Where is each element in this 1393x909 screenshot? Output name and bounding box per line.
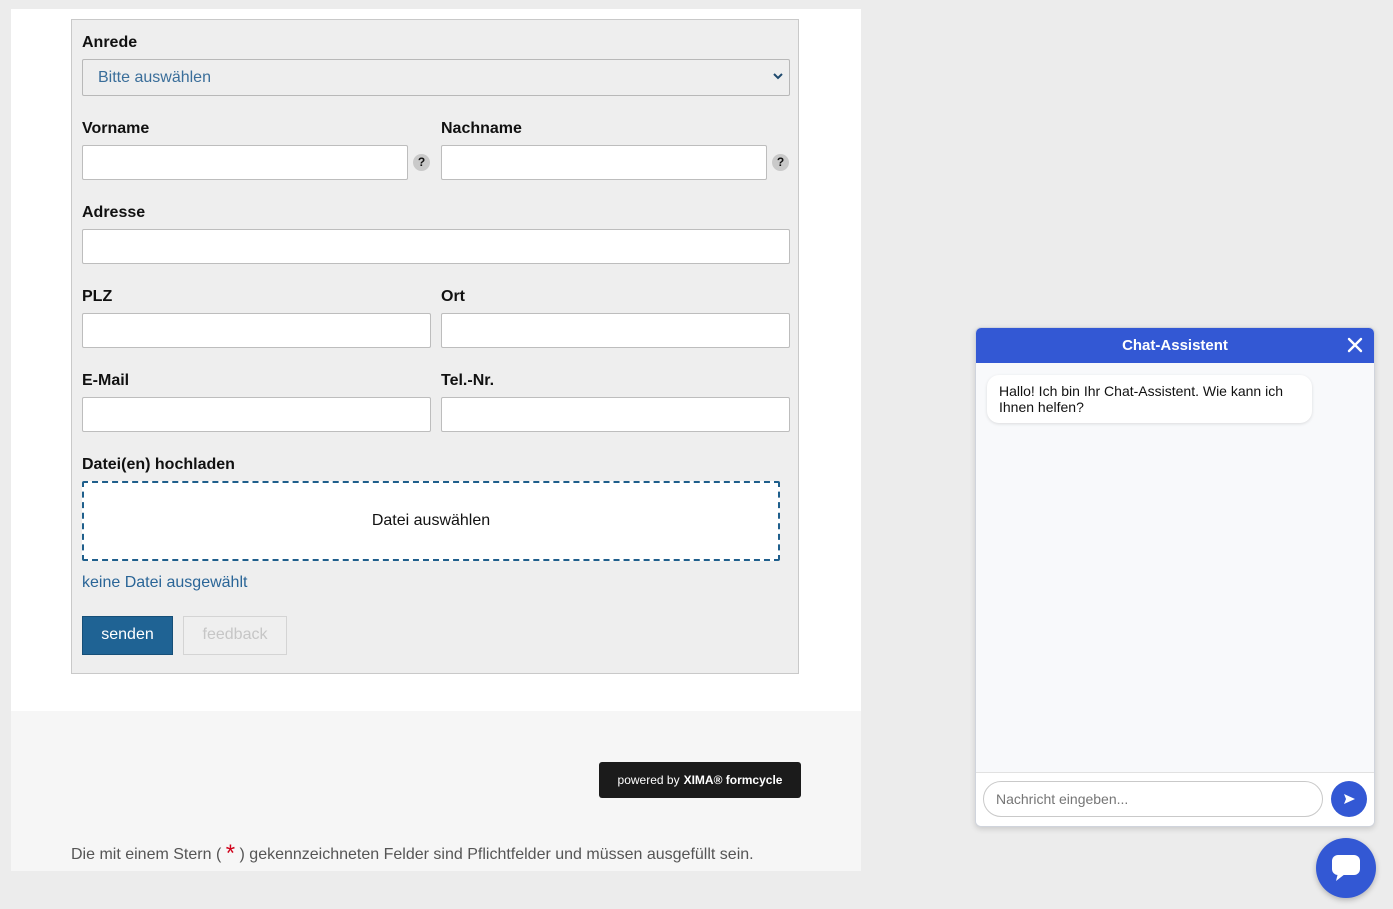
chat-send-button[interactable] bbox=[1331, 781, 1367, 817]
lastname-field[interactable] bbox=[441, 145, 767, 180]
form-footer: powered by XIMA® formcycle Die mit einem… bbox=[11, 711, 861, 871]
salutation-selected-value: Bitte auswählen bbox=[98, 69, 211, 86]
email-field[interactable] bbox=[82, 397, 431, 432]
chat-footer bbox=[976, 772, 1374, 826]
city-label: Ort bbox=[441, 288, 465, 305]
contact-form: Anrede Bitte auswählen Vorname ? Nachnam… bbox=[71, 19, 799, 674]
required-fields-note: Die mit einem Stern ( * ) gekennzeichnet… bbox=[71, 838, 754, 867]
email-input[interactable] bbox=[83, 398, 430, 431]
address-label: Adresse bbox=[82, 204, 146, 221]
phone-label: Tel.-Nr. bbox=[441, 372, 495, 389]
chat-input-field[interactable] bbox=[983, 781, 1323, 817]
required-note-after: ) gekennzeichneten Felder sind Pflichtfe… bbox=[239, 846, 754, 863]
required-note-before: Die mit einem Stern ( bbox=[71, 846, 222, 863]
firstname-label: Vorname bbox=[82, 120, 150, 137]
address-field[interactable] bbox=[82, 229, 790, 264]
upload-label: Datei(en) hochladen bbox=[82, 456, 235, 473]
upload-status: keine Datei ausgewählt bbox=[82, 574, 248, 591]
chat-toggle-button[interactable] bbox=[1316, 838, 1376, 898]
help-icon[interactable]: ? bbox=[413, 154, 430, 171]
city-input[interactable] bbox=[442, 314, 789, 347]
chat-message-input[interactable] bbox=[984, 782, 1322, 816]
required-star: * bbox=[225, 840, 236, 867]
salutation-label: Anrede bbox=[82, 34, 138, 51]
chat-bubble-icon bbox=[1332, 855, 1360, 881]
firstname-input[interactable] bbox=[83, 146, 407, 179]
close-icon[interactable] bbox=[1346, 336, 1364, 354]
zip-label: PLZ bbox=[82, 288, 113, 305]
lastname-input[interactable] bbox=[442, 146, 766, 179]
form-page: Anrede Bitte auswählen Vorname ? Nachnam… bbox=[11, 9, 861, 871]
feedback-button[interactable]: feedback bbox=[183, 616, 287, 655]
chat-header: Chat-Assistent bbox=[976, 328, 1374, 363]
file-upload-dropzone[interactable]: Datei auswählen bbox=[82, 481, 780, 561]
firstname-field[interactable] bbox=[82, 145, 408, 180]
chat-window: Chat-Assistent Hallo! Ich bin Ihr Chat-A… bbox=[975, 327, 1375, 827]
lastname-label: Nachname bbox=[441, 120, 522, 137]
phone-field[interactable] bbox=[441, 397, 790, 432]
chat-title: Chat-Assistent bbox=[1122, 337, 1228, 354]
powered-by-prefix: powered by bbox=[617, 773, 680, 787]
zip-input[interactable] bbox=[83, 314, 430, 347]
file-select-button-label: Datei auswählen bbox=[371, 512, 491, 529]
send-button[interactable]: senden bbox=[82, 616, 173, 655]
help-icon[interactable]: ? bbox=[772, 154, 789, 171]
powered-by-brand: XIMA® formcycle bbox=[683, 773, 783, 787]
salutation-select[interactable]: Bitte auswählen bbox=[82, 59, 790, 96]
zip-field[interactable] bbox=[82, 313, 431, 348]
email-label: E-Mail bbox=[82, 372, 130, 389]
address-input[interactable] bbox=[83, 230, 789, 263]
city-field[interactable] bbox=[441, 313, 790, 348]
powered-by-badge[interactable]: powered by XIMA® formcycle bbox=[599, 762, 801, 798]
chat-message-bot: Hallo! Ich bin Ihr Chat-Assistent. Wie k… bbox=[987, 375, 1312, 423]
send-icon bbox=[1344, 794, 1355, 804]
phone-input[interactable] bbox=[442, 398, 789, 431]
chevron-down-icon bbox=[773, 73, 783, 80]
